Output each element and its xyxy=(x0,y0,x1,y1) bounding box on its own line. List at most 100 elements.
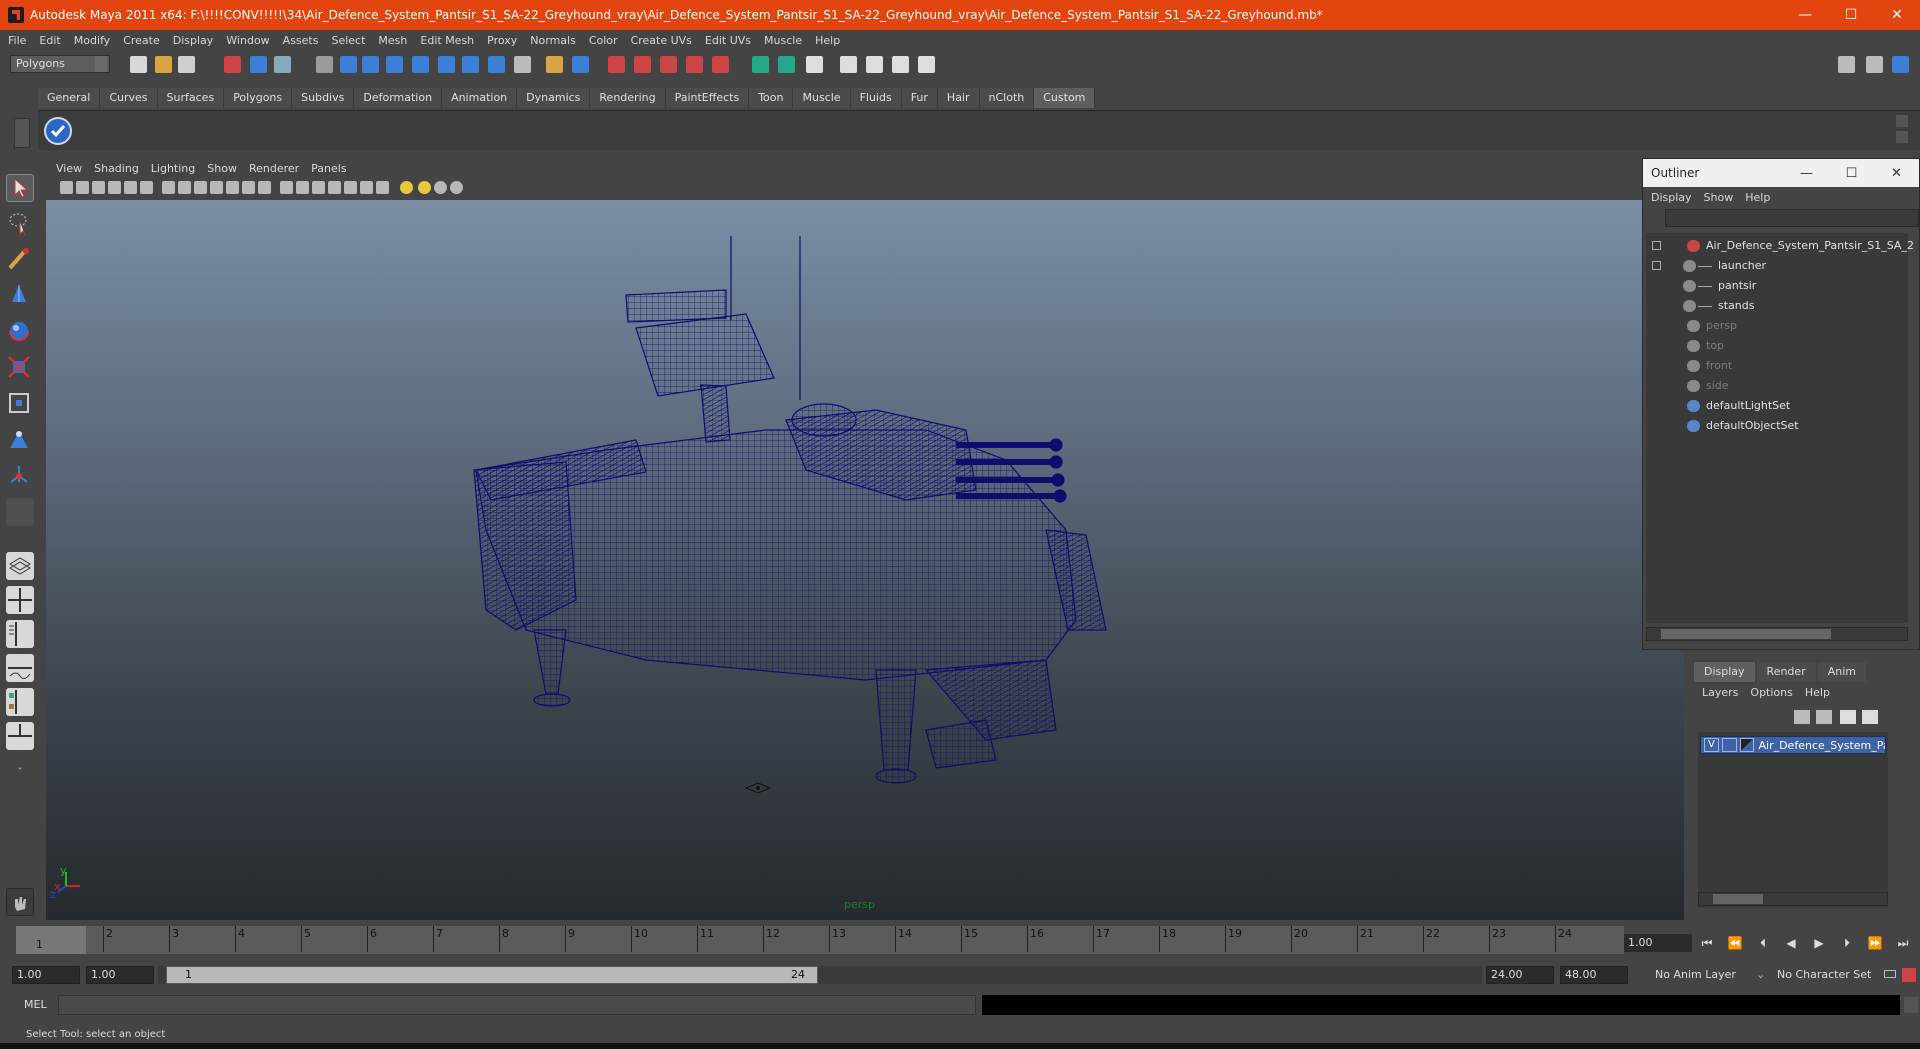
collapse-toggle-icon[interactable] xyxy=(1652,241,1661,250)
menu-create[interactable]: Create xyxy=(123,34,160,47)
shadows-icon[interactable] xyxy=(296,181,309,194)
outliner-item[interactable]: stands xyxy=(1683,297,1908,315)
select-by-object-icon[interactable] xyxy=(250,56,267,73)
outliner-menu-display[interactable]: Display xyxy=(1651,191,1692,204)
menu-window[interactable]: Window xyxy=(226,34,269,47)
last-tool-slot-icon[interactable] xyxy=(6,498,34,526)
menu-create-uvs[interactable]: Create UVs xyxy=(631,34,692,47)
outliner-search-input[interactable] xyxy=(1665,209,1919,227)
viewport-menu-renderer[interactable]: Renderer xyxy=(249,162,299,175)
outliner-horizontal-scrollbar[interactable] xyxy=(1646,627,1908,641)
wireframe-icon[interactable] xyxy=(162,181,175,194)
outliner-item[interactable]: defaultLightSet xyxy=(1646,397,1908,415)
anim-layer-dropdown[interactable]: No Anim Layer xyxy=(1650,966,1754,984)
range-slider-handle[interactable]: 1 24 xyxy=(166,966,818,984)
shelf-tab-polygons[interactable]: Polygons xyxy=(224,88,293,108)
new-scene-icon[interactable] xyxy=(130,56,147,73)
snap-grid-icon[interactable] xyxy=(340,56,357,73)
render-frame-icon[interactable] xyxy=(608,56,625,73)
layer-move-down-icon[interactable] xyxy=(1816,710,1832,724)
menu-set-dropdown[interactable]: Polygons xyxy=(10,55,110,73)
layer-visibility-toggle[interactable]: V xyxy=(1704,738,1719,752)
shelf-tab-general[interactable]: General xyxy=(38,88,101,108)
checkmark-shelf-icon[interactable] xyxy=(44,117,72,145)
resolution-gate-icon[interactable] xyxy=(328,181,341,194)
shelf-tab-subdivs[interactable]: Subdivs xyxy=(292,88,355,108)
scale-tool-icon[interactable] xyxy=(6,354,34,382)
shelf-tab-toon[interactable]: Toon xyxy=(749,88,794,108)
viewport-menu-panels[interactable]: Panels xyxy=(311,162,346,175)
construction-icon[interactable] xyxy=(488,56,505,73)
play-forwards-button[interactable]: ▶ xyxy=(1808,933,1830,953)
layer-horizontal-scrollbar[interactable] xyxy=(1698,892,1888,906)
outliner-menu-help[interactable]: Help xyxy=(1745,191,1770,204)
camera-attributes-icon[interactable] xyxy=(60,181,73,194)
field-chart-icon[interactable] xyxy=(344,181,357,194)
menu-display[interactable]: Display xyxy=(173,34,214,47)
script-editor-icon[interactable] xyxy=(1904,997,1918,1013)
persp-graph-hypershade-layout-icon[interactable] xyxy=(6,722,34,750)
lock-selection-icon[interactable] xyxy=(316,56,333,73)
menu-help[interactable]: Help xyxy=(815,34,840,47)
hud-icon[interactable] xyxy=(312,181,325,194)
perspective-viewport[interactable]: x y z persp xyxy=(46,200,1684,920)
time-slider[interactable]: 123456789101112131415161718192021222324 xyxy=(16,926,1624,954)
menu-proxy[interactable]: Proxy xyxy=(487,34,517,47)
menu-modify[interactable]: Modify xyxy=(74,34,110,47)
shelf-tab-dynamics[interactable]: Dynamics xyxy=(517,88,591,108)
character-set-dropdown[interactable]: No Character Set xyxy=(1772,966,1882,984)
move-tool-icon[interactable] xyxy=(6,282,34,310)
menu-edit[interactable]: Edit xyxy=(39,34,60,47)
close-button[interactable]: ✕ xyxy=(1874,0,1920,30)
shelf-tab-fluids[interactable]: Fluids xyxy=(850,88,902,108)
viewport-menu-view[interactable]: View xyxy=(56,162,82,175)
hypershade-icon[interactable] xyxy=(686,56,703,73)
menu-muscle[interactable]: Muscle xyxy=(764,34,802,47)
animation-end-field[interactable]: 48.00 xyxy=(1560,966,1628,984)
editor-icon-4[interactable] xyxy=(918,56,935,73)
new-layer-selected-icon[interactable] xyxy=(1862,710,1878,724)
safe-action-icon[interactable] xyxy=(360,181,373,194)
show-channel-box-icon[interactable] xyxy=(806,56,823,73)
shelf-scroll-down-icon[interactable] xyxy=(1896,131,1908,143)
shelf-scroll-up-icon[interactable] xyxy=(1896,115,1908,127)
menu-color[interactable]: Color xyxy=(589,34,618,47)
outliner-item[interactable]: top xyxy=(1646,337,1908,355)
history-icon[interactable] xyxy=(462,56,479,73)
show-manipulator-icon[interactable] xyxy=(6,462,34,490)
outliner-item[interactable]: launcher xyxy=(1683,257,1908,275)
go-to-end-button[interactable]: ⏭ xyxy=(1892,933,1914,953)
maximize-button[interactable]: ☐ xyxy=(1828,0,1874,30)
make-live-icon[interactable] xyxy=(438,56,455,73)
layer-menu-help[interactable]: Help xyxy=(1805,686,1830,699)
rotate-tool-icon[interactable] xyxy=(6,318,34,346)
shelf-tab-ncloth[interactable]: nCloth xyxy=(979,88,1035,108)
shelf-tab-custom[interactable]: Custom xyxy=(1034,88,1096,108)
all-lights-icon[interactable] xyxy=(418,181,431,194)
help-icon[interactable] xyxy=(514,56,531,73)
layer-row[interactable]: V Air_Defence_System_Pan xyxy=(1700,736,1886,754)
safe-title-icon[interactable] xyxy=(376,181,389,194)
layout-toggle-icon-1[interactable] xyxy=(1838,56,1855,73)
new-layer-icon[interactable] xyxy=(1840,710,1856,724)
key-icon[interactable] xyxy=(1884,970,1896,978)
menu-mesh[interactable]: Mesh xyxy=(378,34,407,47)
layer-tab-render[interactable]: Render xyxy=(1756,662,1816,682)
bounding-box-icon[interactable] xyxy=(210,181,223,194)
output-ops-icon[interactable] xyxy=(572,56,589,73)
anim-prefs-icon[interactable] xyxy=(1902,968,1916,982)
camera-select-icon[interactable] xyxy=(76,181,89,194)
step-back-frame-button[interactable]: ⏴ xyxy=(1752,933,1774,953)
show-attribute-icon[interactable] xyxy=(752,56,769,73)
current-time-indicator[interactable]: 1 xyxy=(16,926,86,954)
mel-label[interactable]: MEL xyxy=(24,998,47,1011)
layout-toggle-icon-3[interactable] xyxy=(1892,56,1909,73)
shelf-tab-deformation[interactable]: Deformation xyxy=(354,88,443,108)
hypershade-layout-icon[interactable] xyxy=(6,688,34,716)
use-lights-icon[interactable] xyxy=(258,181,271,194)
shelf-tab-animation[interactable]: Animation xyxy=(442,88,518,108)
go-to-start-button[interactable]: ⏮ xyxy=(1696,933,1718,953)
layout-options-chevron-icon[interactable]: ˇ xyxy=(6,764,34,782)
no-lights-icon[interactable] xyxy=(450,181,463,194)
persp-outliner-layout-icon[interactable] xyxy=(6,620,34,648)
